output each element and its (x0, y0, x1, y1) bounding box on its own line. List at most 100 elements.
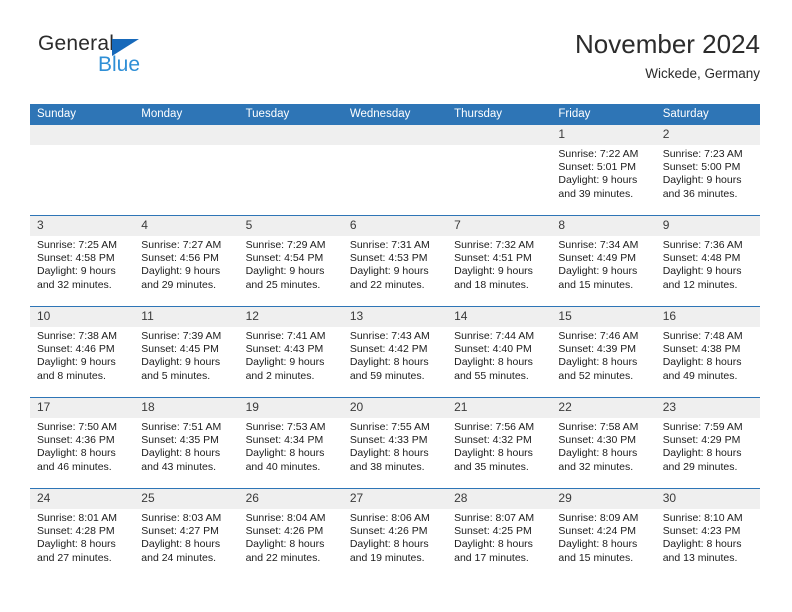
sunrise-text: Sunrise: 7:44 AM (454, 330, 535, 342)
day-cell[interactable]: 2 Sunrise: 7:23 AM Sunset: 5:00 PM Dayli… (655, 125, 760, 216)
calendar-week-row: 1 Sunrise: 7:22 AM Sunset: 5:01 PM Dayli… (30, 125, 760, 216)
day-cell[interactable]: 15 Sunrise: 7:46 AM Sunset: 4:39 PM Dayl… (551, 306, 656, 398)
day-number: 12 (238, 307, 343, 327)
daylight-line2: and 52 minutes. (558, 369, 634, 382)
weekday-header-wednesday: Wednesday (342, 104, 448, 125)
sunrise-text: Sunrise: 7:43 AM (349, 330, 430, 342)
day-number: 27 (342, 489, 448, 509)
sunset-text: Sunset: 4:34 PM (245, 434, 324, 447)
daylight-line1: Daylight: 9 hours (37, 356, 116, 369)
day-details (447, 145, 551, 148)
daylight-line2: and 46 minutes. (37, 460, 112, 473)
day-cell[interactable]: 21 Sunrise: 7:56 AM Sunset: 4:32 PM Dayl… (447, 397, 552, 489)
day-number: 29 (551, 489, 656, 509)
day-cell[interactable]: 24 Sunrise: 8:01 AM Sunset: 4:28 PM Dayl… (30, 488, 135, 579)
sunrise-text: Sunrise: 8:04 AM (245, 512, 326, 524)
day-number: 8 (551, 216, 656, 236)
day-cell[interactable]: 29 Sunrise: 8:09 AM Sunset: 4:24 PM Dayl… (551, 488, 656, 579)
daylight-line1: Daylight: 8 hours (558, 447, 638, 460)
day-details: Sunrise: 7:29 AM Sunset: 4:54 PM Dayligh… (239, 236, 343, 292)
day-cell[interactable]: 17 Sunrise: 7:50 AM Sunset: 4:36 PM Dayl… (30, 397, 135, 489)
sunset-text: Sunset: 4:56 PM (141, 252, 219, 265)
daylight-line1: Daylight: 8 hours (245, 538, 325, 551)
daylight-line2: and 12 minutes. (662, 278, 738, 291)
day-cell[interactable]: 14 Sunrise: 7:44 AM Sunset: 4:40 PM Dayl… (447, 306, 552, 398)
sunrise-text: Sunrise: 7:50 AM (37, 421, 117, 433)
day-cell[interactable]: 6 Sunrise: 7:31 AM Sunset: 4:53 PM Dayli… (342, 215, 448, 307)
day-number: 15 (551, 307, 656, 327)
day-number: 4 (134, 216, 239, 236)
day-cell[interactable]: 25 Sunrise: 8:03 AM Sunset: 4:27 PM Dayl… (134, 488, 239, 579)
day-details (134, 145, 238, 148)
day-details: Sunrise: 7:34 AM Sunset: 4:49 PM Dayligh… (551, 236, 655, 292)
daylight-line2: and 19 minutes. (349, 551, 425, 564)
day-cell[interactable] (134, 125, 239, 216)
day-cell[interactable]: 20 Sunrise: 7:55 AM Sunset: 4:33 PM Dayl… (342, 397, 448, 489)
day-cell[interactable]: 18 Sunrise: 7:51 AM Sunset: 4:35 PM Dayl… (134, 397, 239, 489)
daylight-line1: Daylight: 9 hours (245, 356, 325, 369)
day-cell[interactable]: 8 Sunrise: 7:34 AM Sunset: 4:49 PM Dayli… (551, 215, 656, 307)
day-cell[interactable]: 27 Sunrise: 8:06 AM Sunset: 4:26 PM Dayl… (342, 488, 448, 579)
day-cell[interactable]: 19 Sunrise: 7:53 AM Sunset: 4:34 PM Dayl… (238, 397, 343, 489)
day-details: Sunrise: 7:51 AM Sunset: 4:35 PM Dayligh… (134, 418, 238, 474)
sunrise-text: Sunrise: 7:38 AM (37, 330, 117, 342)
daylight-line1: Daylight: 8 hours (349, 447, 429, 460)
daylight-line2: and 24 minutes. (141, 551, 216, 564)
general-blue-logo: General Blue (38, 32, 238, 88)
daylight-line2: and 15 minutes. (558, 551, 634, 564)
day-number: 18 (134, 398, 239, 418)
day-details: Sunrise: 7:43 AM Sunset: 4:42 PM Dayligh… (343, 327, 447, 383)
day-cell[interactable]: 11 Sunrise: 7:39 AM Sunset: 4:45 PM Dayl… (134, 306, 239, 398)
day-cell[interactable]: 26 Sunrise: 8:04 AM Sunset: 4:26 PM Dayl… (238, 488, 343, 579)
daylight-line1: Daylight: 8 hours (662, 447, 742, 460)
day-details: Sunrise: 8:04 AM Sunset: 4:26 PM Dayligh… (239, 509, 343, 565)
sunset-text: Sunset: 4:32 PM (454, 434, 532, 447)
day-cell[interactable] (30, 125, 135, 216)
day-number: 28 (447, 489, 552, 509)
day-cell[interactable]: 9 Sunrise: 7:36 AM Sunset: 4:48 PM Dayli… (655, 215, 760, 307)
sunset-text: Sunset: 4:33 PM (349, 434, 428, 447)
day-details: Sunrise: 8:09 AM Sunset: 4:24 PM Dayligh… (551, 509, 655, 565)
daylight-line1: Daylight: 9 hours (662, 174, 742, 187)
day-cell[interactable]: 5 Sunrise: 7:29 AM Sunset: 4:54 PM Dayli… (238, 215, 343, 307)
day-cell[interactable]: 13 Sunrise: 7:43 AM Sunset: 4:42 PM Dayl… (342, 306, 448, 398)
day-cell[interactable]: 12 Sunrise: 7:41 AM Sunset: 4:43 PM Dayl… (238, 306, 343, 398)
sunset-text: Sunset: 4:48 PM (662, 252, 741, 265)
day-cell[interactable]: 4 Sunrise: 7:27 AM Sunset: 4:56 PM Dayli… (134, 215, 239, 307)
day-cell[interactable]: 16 Sunrise: 7:48 AM Sunset: 4:38 PM Dayl… (655, 306, 760, 398)
sunrise-text: Sunrise: 7:58 AM (558, 421, 639, 433)
day-cell[interactable]: 7 Sunrise: 7:32 AM Sunset: 4:51 PM Dayli… (447, 215, 552, 307)
day-number: 20 (342, 398, 448, 418)
daylight-line2: and 2 minutes. (245, 369, 315, 382)
day-cell[interactable]: 22 Sunrise: 7:58 AM Sunset: 4:30 PM Dayl… (551, 397, 656, 489)
daylight-line2: and 32 minutes. (558, 460, 634, 473)
daylight-line1: Daylight: 8 hours (245, 447, 325, 460)
daylight-line1: Daylight: 9 hours (454, 265, 533, 278)
sunrise-text: Sunrise: 7:41 AM (245, 330, 326, 342)
day-details: Sunrise: 7:44 AM Sunset: 4:40 PM Dayligh… (447, 327, 551, 383)
day-cell[interactable]: 10 Sunrise: 7:38 AM Sunset: 4:46 PM Dayl… (30, 306, 135, 398)
day-number: 14 (447, 307, 552, 327)
daylight-line2: and 8 minutes. (37, 369, 106, 382)
weekday-header-friday: Friday (551, 104, 656, 125)
calendar-page: General Blue November 2024 Wickede, Germ… (0, 0, 792, 612)
day-cell[interactable]: 1 Sunrise: 7:22 AM Sunset: 5:01 PM Dayli… (551, 125, 656, 216)
day-cell[interactable]: 30 Sunrise: 8:10 AM Sunset: 4:23 PM Dayl… (655, 488, 760, 579)
daylight-line2: and 32 minutes. (37, 278, 112, 291)
day-cell[interactable] (342, 125, 448, 216)
day-cell[interactable] (238, 125, 343, 216)
daylight-line1: Daylight: 9 hours (558, 265, 638, 278)
day-number: 10 (30, 307, 135, 327)
day-details: Sunrise: 7:22 AM Sunset: 5:01 PM Dayligh… (551, 145, 655, 201)
sunset-text: Sunset: 4:40 PM (454, 343, 532, 356)
sunrise-text: Sunrise: 7:31 AM (349, 239, 430, 251)
sunset-text: Sunset: 5:00 PM (662, 161, 741, 174)
daylight-line2: and 17 minutes. (454, 551, 529, 564)
daylight-line1: Daylight: 8 hours (37, 538, 116, 551)
day-cell[interactable]: 3 Sunrise: 7:25 AM Sunset: 4:58 PM Dayli… (30, 215, 135, 307)
day-cell[interactable]: 23 Sunrise: 7:59 AM Sunset: 4:29 PM Dayl… (655, 397, 760, 489)
daylight-line2: and 49 minutes. (662, 369, 738, 382)
day-cell[interactable] (447, 125, 552, 216)
day-cell[interactable]: 28 Sunrise: 8:07 AM Sunset: 4:25 PM Dayl… (447, 488, 552, 579)
daylight-line2: and 40 minutes. (245, 460, 321, 473)
